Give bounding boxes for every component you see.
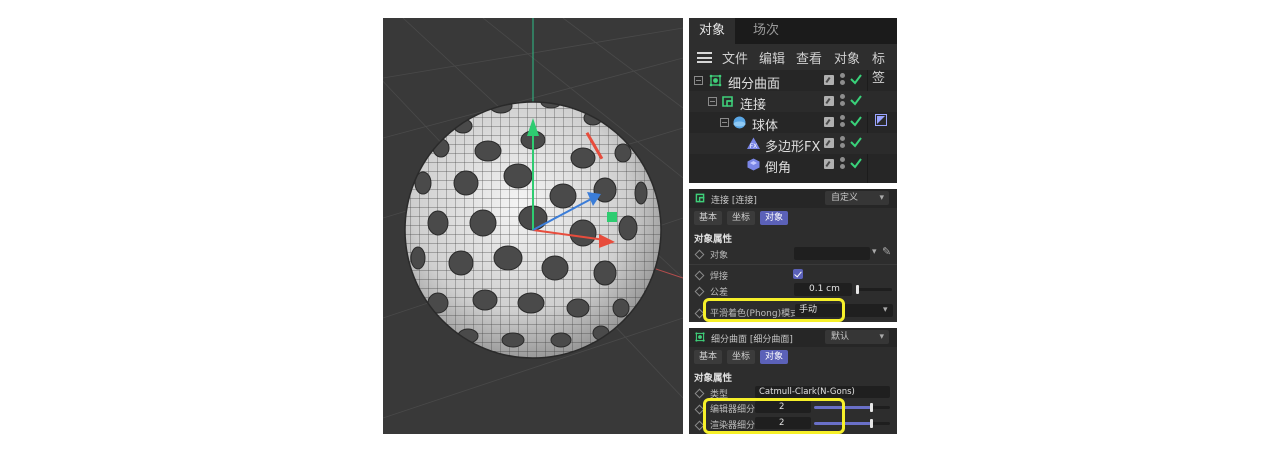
tolerance-label: 公差 — [710, 288, 729, 298]
subdivision-surface-icon — [709, 74, 722, 87]
connect-icon — [695, 193, 705, 203]
highlight-box — [703, 398, 845, 434]
phong-tag-icon[interactable] — [875, 114, 887, 126]
sphere-icon — [733, 116, 746, 129]
collapse-toggle-icon[interactable] — [694, 76, 703, 85]
connect-attributes-panel: 连接 [连接] 自定义 基本 坐标 对象 对象属性 对象 ▾ ✎ 焊接 公差 0… — [689, 189, 897, 322]
tree-row-connect[interactable]: 连接 — [689, 91, 897, 113]
section-title: 对象属性 — [694, 373, 733, 384]
object-manager-menubar: 文件 编辑 查看 对象 标签 — [689, 44, 897, 86]
edit-flag-icon[interactable] — [824, 96, 834, 106]
visibility-dots-icon[interactable] — [840, 157, 845, 173]
tree-item-label: 多边形FX — [765, 140, 821, 155]
visibility-dots-icon[interactable] — [840, 115, 845, 131]
tab-basic[interactable]: 基本 — [694, 211, 723, 225]
menu-file[interactable]: 文件 — [722, 48, 748, 67]
object-manager-tabbar: 对象 场次 — [689, 18, 897, 44]
visibility-dots-icon[interactable] — [840, 94, 845, 110]
tab-coord[interactable]: 坐标 — [727, 211, 756, 225]
highlight-box — [703, 298, 845, 322]
tab-objects[interactable]: 对象 — [689, 18, 736, 44]
weld-checkbox[interactable] — [793, 269, 803, 279]
tree-item-label: 连接 — [740, 98, 767, 113]
dropdown-arrow-icon[interactable]: ▾ — [872, 247, 877, 257]
render-subdiv-knob[interactable] — [870, 419, 873, 428]
tolerance-slider[interactable] — [856, 288, 892, 291]
preset-dropdown[interactable]: 自定义 — [825, 191, 889, 205]
menu-object[interactable]: 对象 — [834, 48, 860, 67]
tree-row-bevel[interactable]: 倒角 — [689, 154, 897, 176]
enabled-check-icon[interactable] — [849, 135, 863, 149]
section-title: 对象属性 — [694, 234, 733, 245]
tree-row-sphere[interactable]: 球体 — [689, 112, 897, 134]
menu-view[interactable]: 查看 — [796, 48, 822, 67]
edit-flag-icon[interactable] — [824, 138, 834, 148]
tab-object[interactable]: 对象 — [760, 211, 789, 225]
menu-edit[interactable]: 编辑 — [759, 48, 785, 67]
tolerance-input[interactable]: 0.1 cm — [794, 283, 852, 296]
enabled-check-icon[interactable] — [849, 156, 863, 170]
enabled-check-icon[interactable] — [849, 72, 863, 86]
preset-dropdown[interactable]: 默认 — [825, 330, 889, 344]
connect-icon — [722, 96, 733, 107]
editor-subdiv-knob[interactable] — [870, 403, 873, 412]
edit-flag-icon[interactable] — [824, 117, 834, 127]
tree-item-label: 细分曲面 — [728, 77, 781, 92]
tree-row-polygon-fx[interactable]: FX 多边形FX — [689, 133, 897, 155]
tree-item-label: 球体 — [752, 119, 779, 134]
tab-coord[interactable]: 坐标 — [727, 350, 756, 364]
viewport-canvas[interactable] — [383, 18, 683, 434]
animate-diamond-icon[interactable] — [694, 388, 705, 399]
weld-label: 焊接 — [710, 272, 729, 282]
enabled-check-icon[interactable] — [849, 114, 863, 128]
collapse-toggle-icon[interactable] — [708, 97, 717, 106]
panel-title: 连接 [连接] — [711, 196, 757, 206]
object-link-field[interactable] — [794, 247, 870, 260]
subdivision-surface-icon — [695, 332, 705, 342]
pick-pencil-icon[interactable]: ✎ — [882, 245, 891, 258]
enabled-check-icon[interactable] — [849, 93, 863, 107]
divider — [689, 264, 897, 265]
polygon-fx-icon: FX — [747, 137, 760, 150]
animate-diamond-icon[interactable] — [694, 270, 705, 281]
panel-title: 细分曲面 [细分曲面] — [711, 335, 793, 345]
tree-item-label: 倒角 — [765, 161, 792, 176]
viewport-3d[interactable] — [383, 18, 683, 434]
tolerance-slider-knob[interactable] — [856, 285, 859, 294]
animate-diamond-icon[interactable] — [694, 249, 705, 260]
panel-header: 细分曲面 [细分曲面] 默认 — [689, 328, 897, 347]
tab-object[interactable]: 对象 — [760, 350, 789, 364]
collapse-toggle-icon[interactable] — [720, 118, 729, 127]
tree-row-subdivision[interactable]: 细分曲面 — [689, 70, 897, 92]
svg-text:FX: FX — [750, 143, 758, 150]
edit-flag-icon[interactable] — [824, 159, 834, 169]
tab-takes[interactable]: 场次 — [743, 18, 789, 44]
bevel-icon — [747, 158, 760, 171]
subdivision-attributes-panel: 细分曲面 [细分曲面] 默认 基本 坐标 对象 对象属性 类型 Catmull-… — [689, 328, 897, 434]
edit-flag-icon[interactable] — [824, 75, 834, 85]
object-label: 对象 — [710, 251, 729, 261]
visibility-dots-icon[interactable] — [840, 136, 845, 152]
tab-basic[interactable]: 基本 — [694, 350, 723, 364]
panel-header: 连接 [连接] 自定义 — [689, 189, 897, 208]
object-manager: 对象 场次 文件 编辑 查看 对象 标签 细分曲面 连接 球体 FX 多边形FX… — [689, 18, 897, 183]
visibility-dots-icon[interactable] — [840, 73, 845, 89]
animate-diamond-icon[interactable] — [694, 286, 705, 297]
hamburger-menu-icon[interactable] — [697, 52, 712, 63]
dropdown-arrow-icon[interactable]: ▾ — [883, 305, 888, 315]
type-select[interactable]: Catmull-Clark(N-Gons) — [755, 386, 890, 398]
